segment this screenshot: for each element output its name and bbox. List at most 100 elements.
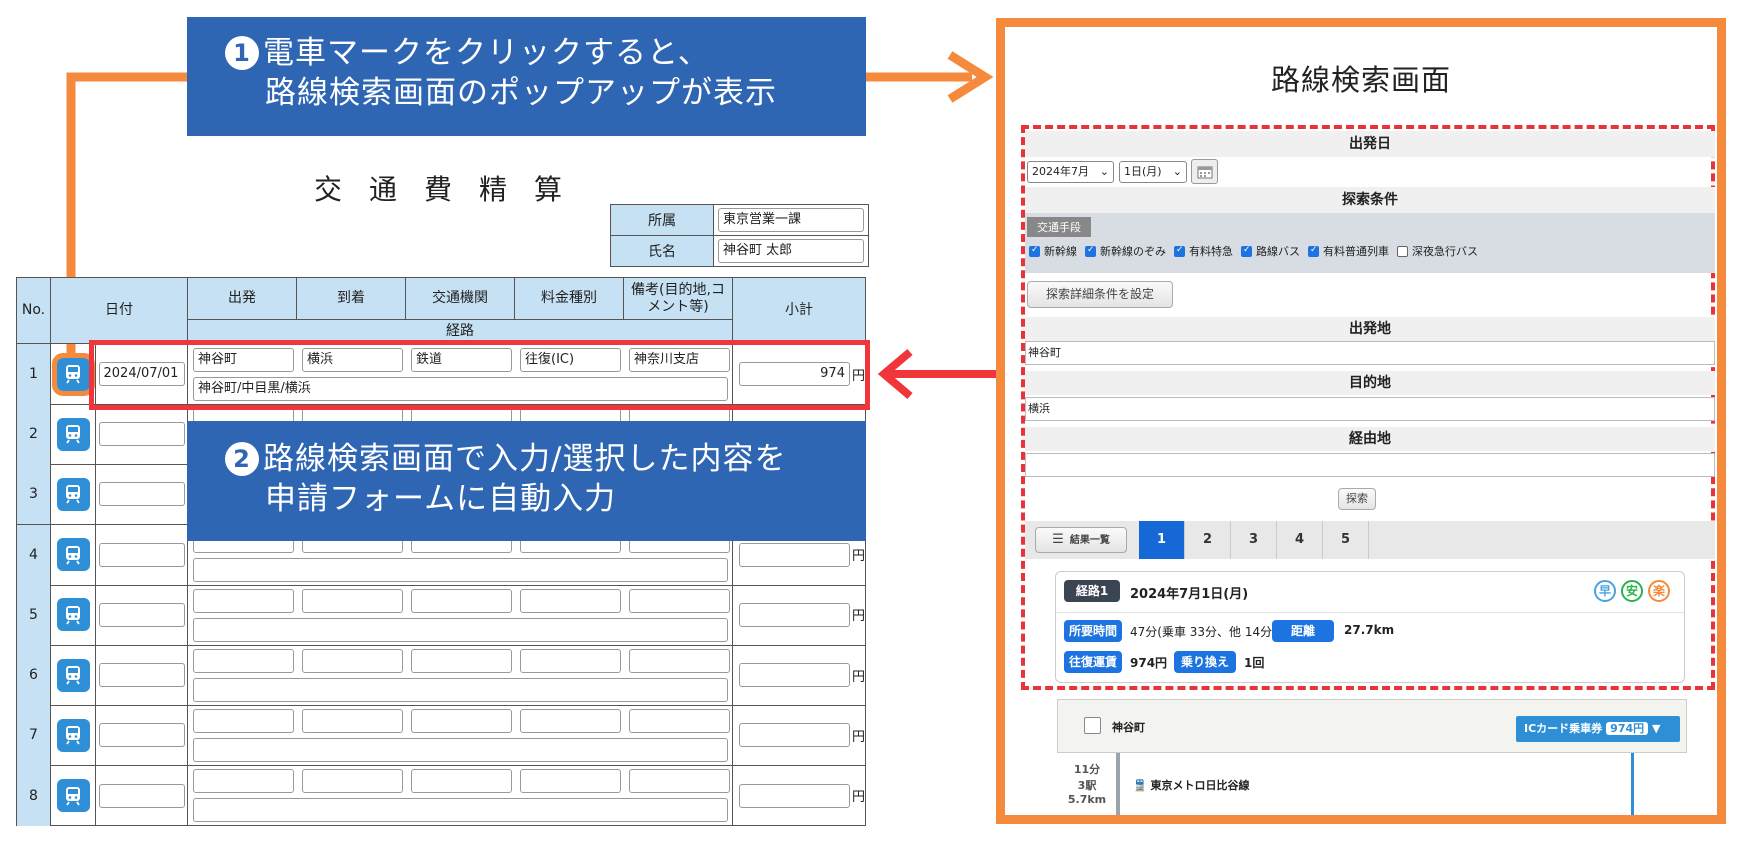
ic-card-fare-dropdown[interactable]: ICカード乗車券 974円 ▼ xyxy=(1516,716,1680,742)
transport-option[interactable]: 深夜急行バス xyxy=(1397,243,1478,259)
subtotal-input[interactable] xyxy=(739,602,850,627)
fare-type-input[interactable] xyxy=(520,709,621,734)
transport-tag: 交通手段 xyxy=(1027,217,1091,237)
route-input[interactable] xyxy=(193,738,728,763)
name-field[interactable]: 神谷町 太郎 xyxy=(718,239,864,263)
transport-option[interactable]: 有料普通列車 xyxy=(1308,243,1389,259)
route-search-train-button[interactable] xyxy=(56,779,90,813)
route-input[interactable] xyxy=(193,617,728,642)
result-tab[interactable]: 2 xyxy=(1185,521,1231,559)
transport-input[interactable] xyxy=(411,649,512,673)
option-checkbox[interactable] xyxy=(1174,245,1185,257)
transport-option[interactable]: 新幹線 xyxy=(1029,243,1077,259)
note-input[interactable] xyxy=(629,709,730,734)
fare-type-input[interactable] xyxy=(520,649,621,673)
row-number: 4 xyxy=(17,524,51,585)
date-input[interactable] xyxy=(98,723,185,748)
date-input[interactable] xyxy=(98,542,185,567)
result-tab[interactable]: 5 xyxy=(1323,521,1369,559)
note-input[interactable] xyxy=(629,588,730,613)
result-list-button[interactable]: ☰ 結果一覧 xyxy=(1035,527,1127,553)
route-input[interactable] xyxy=(193,798,728,823)
fare-type-input[interactable] xyxy=(520,588,621,613)
currency-label: 円 xyxy=(851,669,865,685)
transport-input[interactable] xyxy=(411,709,512,734)
option-checkbox[interactable] xyxy=(1397,245,1408,257)
option-checkbox[interactable] xyxy=(1029,245,1040,257)
route-search-train-button[interactable] xyxy=(56,477,90,511)
option-checkbox[interactable] xyxy=(1241,245,1252,257)
route-search-train-button[interactable] xyxy=(51,352,95,396)
via-input[interactable] xyxy=(1025,453,1715,477)
arrive-input[interactable] xyxy=(302,709,403,734)
expense-rows: 1 2024/07/01 神谷町 横浜 鉄道 往復(IC) 神奈川支店 神谷町/中目黒/横浜 9… xyxy=(17,344,865,827)
route-search-train-button[interactable] xyxy=(56,718,90,752)
step-number: 1 xyxy=(225,36,259,70)
date-input[interactable] xyxy=(98,482,185,507)
subtotal-input[interactable] xyxy=(739,542,850,567)
affiliation-field[interactable]: 東京営業一課 xyxy=(718,208,864,232)
option-checkbox[interactable] xyxy=(1308,245,1319,257)
arrive-input[interactable] xyxy=(302,769,403,794)
search-button[interactable]: 探索 xyxy=(1338,488,1376,510)
train-icon xyxy=(64,424,82,444)
header-subtotal: 小計 xyxy=(733,278,865,344)
chevron-down-icon: ⌄ xyxy=(1099,165,1109,178)
route-search-train-button[interactable] xyxy=(56,417,90,451)
depart-input[interactable] xyxy=(193,709,294,734)
arrive-input[interactable] xyxy=(302,588,403,613)
fare-type-input[interactable] xyxy=(520,769,621,794)
transport-input[interactable] xyxy=(411,588,512,613)
destination-label: 目的地 xyxy=(1025,371,1715,395)
result-tab[interactable]: 1 xyxy=(1139,521,1185,559)
subtotal-input[interactable] xyxy=(739,783,850,808)
route-input[interactable] xyxy=(193,678,728,702)
route-search-train-button[interactable] xyxy=(56,538,90,572)
depart-input[interactable] xyxy=(193,769,294,794)
transport-option[interactable]: 有料特急 xyxy=(1174,243,1233,259)
arrive-input[interactable] xyxy=(302,649,403,673)
route-result-card[interactable]: 経路1 2024年7月1日(月) 早 安 楽 所要時間 47分(乗車 33分、他… xyxy=(1055,571,1685,683)
origin-input[interactable]: 神谷町 xyxy=(1025,341,1715,365)
route-input[interactable] xyxy=(193,557,728,582)
callout-text: 申請フォームに自動入力 xyxy=(265,481,617,517)
date-input[interactable] xyxy=(98,783,185,808)
affiliation-label: 所属 xyxy=(610,204,714,236)
destination-input[interactable]: 横浜 xyxy=(1025,397,1715,421)
result-tab[interactable]: 4 xyxy=(1277,521,1323,559)
day-select[interactable]: 1日(月) ⌄ xyxy=(1119,161,1187,183)
date-input[interactable] xyxy=(98,663,185,687)
date-input[interactable] xyxy=(98,602,185,627)
calendar-icon xyxy=(1197,166,1212,178)
header-arrive: 到着 xyxy=(297,278,406,320)
currency-label: 円 xyxy=(851,729,865,745)
detail-conditions-button[interactable]: 探索詳細条件を設定 xyxy=(1027,281,1173,308)
station-checkbox[interactable] xyxy=(1084,717,1101,734)
result-tab[interactable]: 3 xyxy=(1231,521,1277,559)
row-number: 6 xyxy=(17,645,51,705)
subtotal-input[interactable] xyxy=(739,663,850,687)
month-select[interactable]: 2024年7月 ⌄ xyxy=(1027,161,1114,183)
option-checkbox[interactable] xyxy=(1085,245,1096,257)
option-label: 新幹線のぞみ xyxy=(1100,245,1166,258)
transport-option[interactable]: 新幹線のぞみ xyxy=(1085,243,1166,259)
train-icon xyxy=(64,545,82,565)
row-number: 8 xyxy=(17,765,51,827)
transport-option[interactable]: 路線バス xyxy=(1241,243,1300,259)
caret-down-icon: ▼ xyxy=(1648,722,1661,735)
note-input[interactable] xyxy=(629,769,730,794)
result-tabs: ☰ 結果一覧 12345 xyxy=(1025,521,1715,559)
calendar-button[interactable] xyxy=(1191,159,1218,184)
transport-input[interactable] xyxy=(411,769,512,794)
subtotal-input[interactable] xyxy=(739,723,850,748)
date-input[interactable] xyxy=(98,422,185,447)
depart-input[interactable] xyxy=(193,649,294,673)
row-number: 7 xyxy=(17,705,51,766)
route-search-train-button[interactable] xyxy=(56,598,90,632)
train-icon xyxy=(64,364,82,384)
note-input[interactable] xyxy=(629,649,730,673)
table-row: 8円 xyxy=(17,765,865,827)
depart-input[interactable] xyxy=(193,588,294,613)
route-search-train-button[interactable] xyxy=(56,658,90,692)
currency-label: 円 xyxy=(851,549,865,565)
